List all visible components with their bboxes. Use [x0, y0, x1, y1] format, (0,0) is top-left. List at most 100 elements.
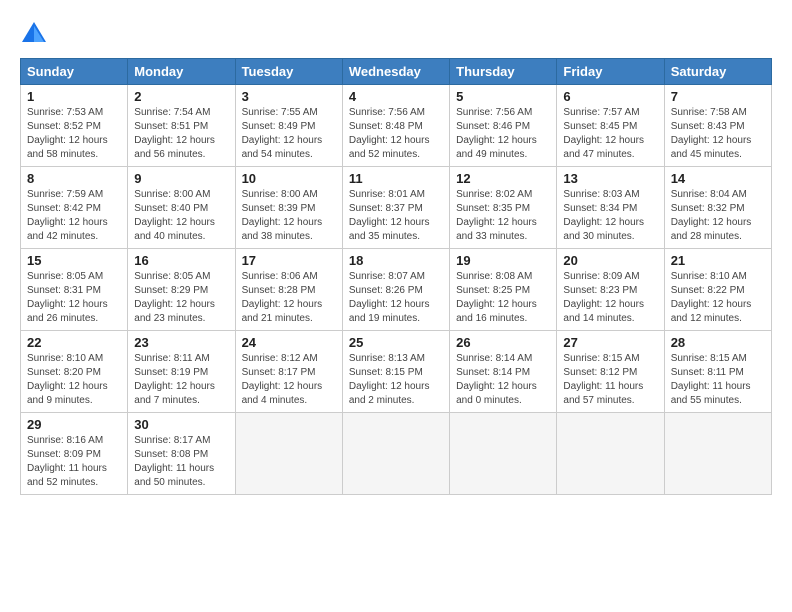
logo-icon	[20, 20, 48, 48]
day-cell: 1 Sunrise: 7:53 AMSunset: 8:52 PMDayligh…	[21, 85, 128, 167]
day-detail: Sunrise: 7:56 AMSunset: 8:48 PMDaylight:…	[349, 106, 443, 162]
day-number: 15	[27, 253, 121, 268]
page: Sunday Monday Tuesday Wednesday Thursday…	[0, 0, 792, 505]
day-cell	[450, 413, 557, 495]
day-number: 20	[563, 253, 657, 268]
day-cell: 7 Sunrise: 7:58 AMSunset: 8:43 PMDayligh…	[664, 85, 771, 167]
col-monday: Monday	[128, 59, 235, 85]
day-cell: 23 Sunrise: 8:11 AMSunset: 8:19 PMDaylig…	[128, 331, 235, 413]
day-number: 12	[456, 171, 550, 186]
day-number: 9	[134, 171, 228, 186]
day-detail: Sunrise: 8:13 AMSunset: 8:15 PMDaylight:…	[349, 352, 443, 408]
day-cell: 6 Sunrise: 7:57 AMSunset: 8:45 PMDayligh…	[557, 85, 664, 167]
day-cell: 17 Sunrise: 8:06 AMSunset: 8:28 PMDaylig…	[235, 249, 342, 331]
day-number: 27	[563, 335, 657, 350]
day-cell: 14 Sunrise: 8:04 AMSunset: 8:32 PMDaylig…	[664, 167, 771, 249]
day-detail: Sunrise: 8:07 AMSunset: 8:26 PMDaylight:…	[349, 270, 443, 326]
day-number: 22	[27, 335, 121, 350]
day-detail: Sunrise: 8:10 AMSunset: 8:22 PMDaylight:…	[671, 270, 765, 326]
col-tuesday: Tuesday	[235, 59, 342, 85]
week-row-3: 22 Sunrise: 8:10 AMSunset: 8:20 PMDaylig…	[21, 331, 772, 413]
day-cell: 19 Sunrise: 8:08 AMSunset: 8:25 PMDaylig…	[450, 249, 557, 331]
day-cell: 11 Sunrise: 8:01 AMSunset: 8:37 PMDaylig…	[342, 167, 449, 249]
day-cell	[664, 413, 771, 495]
day-cell: 18 Sunrise: 8:07 AMSunset: 8:26 PMDaylig…	[342, 249, 449, 331]
day-cell: 20 Sunrise: 8:09 AMSunset: 8:23 PMDaylig…	[557, 249, 664, 331]
day-detail: Sunrise: 8:05 AMSunset: 8:31 PMDaylight:…	[27, 270, 121, 326]
week-row-2: 15 Sunrise: 8:05 AMSunset: 8:31 PMDaylig…	[21, 249, 772, 331]
day-number: 16	[134, 253, 228, 268]
day-detail: Sunrise: 8:08 AMSunset: 8:25 PMDaylight:…	[456, 270, 550, 326]
week-row-1: 8 Sunrise: 7:59 AMSunset: 8:42 PMDayligh…	[21, 167, 772, 249]
day-cell: 13 Sunrise: 8:03 AMSunset: 8:34 PMDaylig…	[557, 167, 664, 249]
day-detail: Sunrise: 8:01 AMSunset: 8:37 PMDaylight:…	[349, 188, 443, 244]
day-cell	[342, 413, 449, 495]
day-cell: 10 Sunrise: 8:00 AMSunset: 8:39 PMDaylig…	[235, 167, 342, 249]
col-sunday: Sunday	[21, 59, 128, 85]
day-detail: Sunrise: 8:02 AMSunset: 8:35 PMDaylight:…	[456, 188, 550, 244]
day-detail: Sunrise: 8:16 AMSunset: 8:09 PMDaylight:…	[27, 434, 121, 490]
day-detail: Sunrise: 7:57 AMSunset: 8:45 PMDaylight:…	[563, 106, 657, 162]
day-detail: Sunrise: 8:00 AMSunset: 8:40 PMDaylight:…	[134, 188, 228, 244]
day-cell: 28 Sunrise: 8:15 AMSunset: 8:11 PMDaylig…	[664, 331, 771, 413]
day-detail: Sunrise: 7:53 AMSunset: 8:52 PMDaylight:…	[27, 106, 121, 162]
day-number: 24	[242, 335, 336, 350]
calendar-table: Sunday Monday Tuesday Wednesday Thursday…	[20, 58, 772, 495]
day-cell: 12 Sunrise: 8:02 AMSunset: 8:35 PMDaylig…	[450, 167, 557, 249]
day-detail: Sunrise: 7:55 AMSunset: 8:49 PMDaylight:…	[242, 106, 336, 162]
day-cell: 24 Sunrise: 8:12 AMSunset: 8:17 PMDaylig…	[235, 331, 342, 413]
header-row: Sunday Monday Tuesday Wednesday Thursday…	[21, 59, 772, 85]
day-detail: Sunrise: 7:56 AMSunset: 8:46 PMDaylight:…	[456, 106, 550, 162]
day-cell: 29 Sunrise: 8:16 AMSunset: 8:09 PMDaylig…	[21, 413, 128, 495]
col-thursday: Thursday	[450, 59, 557, 85]
calendar-body: 1 Sunrise: 7:53 AMSunset: 8:52 PMDayligh…	[21, 85, 772, 495]
day-cell: 26 Sunrise: 8:14 AMSunset: 8:14 PMDaylig…	[450, 331, 557, 413]
day-detail: Sunrise: 7:59 AMSunset: 8:42 PMDaylight:…	[27, 188, 121, 244]
day-detail: Sunrise: 8:04 AMSunset: 8:32 PMDaylight:…	[671, 188, 765, 244]
day-number: 29	[27, 417, 121, 432]
day-number: 1	[27, 89, 121, 104]
day-number: 10	[242, 171, 336, 186]
day-cell: 8 Sunrise: 7:59 AMSunset: 8:42 PMDayligh…	[21, 167, 128, 249]
day-number: 26	[456, 335, 550, 350]
day-cell: 30 Sunrise: 8:17 AMSunset: 8:08 PMDaylig…	[128, 413, 235, 495]
col-saturday: Saturday	[664, 59, 771, 85]
day-number: 18	[349, 253, 443, 268]
day-detail: Sunrise: 8:12 AMSunset: 8:17 PMDaylight:…	[242, 352, 336, 408]
day-detail: Sunrise: 8:11 AMSunset: 8:19 PMDaylight:…	[134, 352, 228, 408]
day-cell: 4 Sunrise: 7:56 AMSunset: 8:48 PMDayligh…	[342, 85, 449, 167]
day-number: 21	[671, 253, 765, 268]
day-detail: Sunrise: 8:09 AMSunset: 8:23 PMDaylight:…	[563, 270, 657, 326]
day-number: 4	[349, 89, 443, 104]
day-number: 8	[27, 171, 121, 186]
day-detail: Sunrise: 8:17 AMSunset: 8:08 PMDaylight:…	[134, 434, 228, 490]
day-number: 30	[134, 417, 228, 432]
day-number: 19	[456, 253, 550, 268]
day-cell: 21 Sunrise: 8:10 AMSunset: 8:22 PMDaylig…	[664, 249, 771, 331]
day-number: 5	[456, 89, 550, 104]
week-row-0: 1 Sunrise: 7:53 AMSunset: 8:52 PMDayligh…	[21, 85, 772, 167]
day-cell: 16 Sunrise: 8:05 AMSunset: 8:29 PMDaylig…	[128, 249, 235, 331]
day-number: 17	[242, 253, 336, 268]
day-detail: Sunrise: 7:54 AMSunset: 8:51 PMDaylight:…	[134, 106, 228, 162]
col-friday: Friday	[557, 59, 664, 85]
day-detail: Sunrise: 8:14 AMSunset: 8:14 PMDaylight:…	[456, 352, 550, 408]
week-row-4: 29 Sunrise: 8:16 AMSunset: 8:09 PMDaylig…	[21, 413, 772, 495]
day-cell: 5 Sunrise: 7:56 AMSunset: 8:46 PMDayligh…	[450, 85, 557, 167]
day-detail: Sunrise: 8:10 AMSunset: 8:20 PMDaylight:…	[27, 352, 121, 408]
logo	[20, 20, 52, 48]
day-number: 3	[242, 89, 336, 104]
day-number: 2	[134, 89, 228, 104]
day-cell: 3 Sunrise: 7:55 AMSunset: 8:49 PMDayligh…	[235, 85, 342, 167]
day-cell: 15 Sunrise: 8:05 AMSunset: 8:31 PMDaylig…	[21, 249, 128, 331]
day-number: 25	[349, 335, 443, 350]
day-detail: Sunrise: 8:05 AMSunset: 8:29 PMDaylight:…	[134, 270, 228, 326]
day-number: 14	[671, 171, 765, 186]
day-cell: 25 Sunrise: 8:13 AMSunset: 8:15 PMDaylig…	[342, 331, 449, 413]
day-number: 7	[671, 89, 765, 104]
day-detail: Sunrise: 8:00 AMSunset: 8:39 PMDaylight:…	[242, 188, 336, 244]
day-detail: Sunrise: 8:15 AMSunset: 8:11 PMDaylight:…	[671, 352, 765, 408]
day-detail: Sunrise: 8:06 AMSunset: 8:28 PMDaylight:…	[242, 270, 336, 326]
day-cell: 27 Sunrise: 8:15 AMSunset: 8:12 PMDaylig…	[557, 331, 664, 413]
day-detail: Sunrise: 8:15 AMSunset: 8:12 PMDaylight:…	[563, 352, 657, 408]
